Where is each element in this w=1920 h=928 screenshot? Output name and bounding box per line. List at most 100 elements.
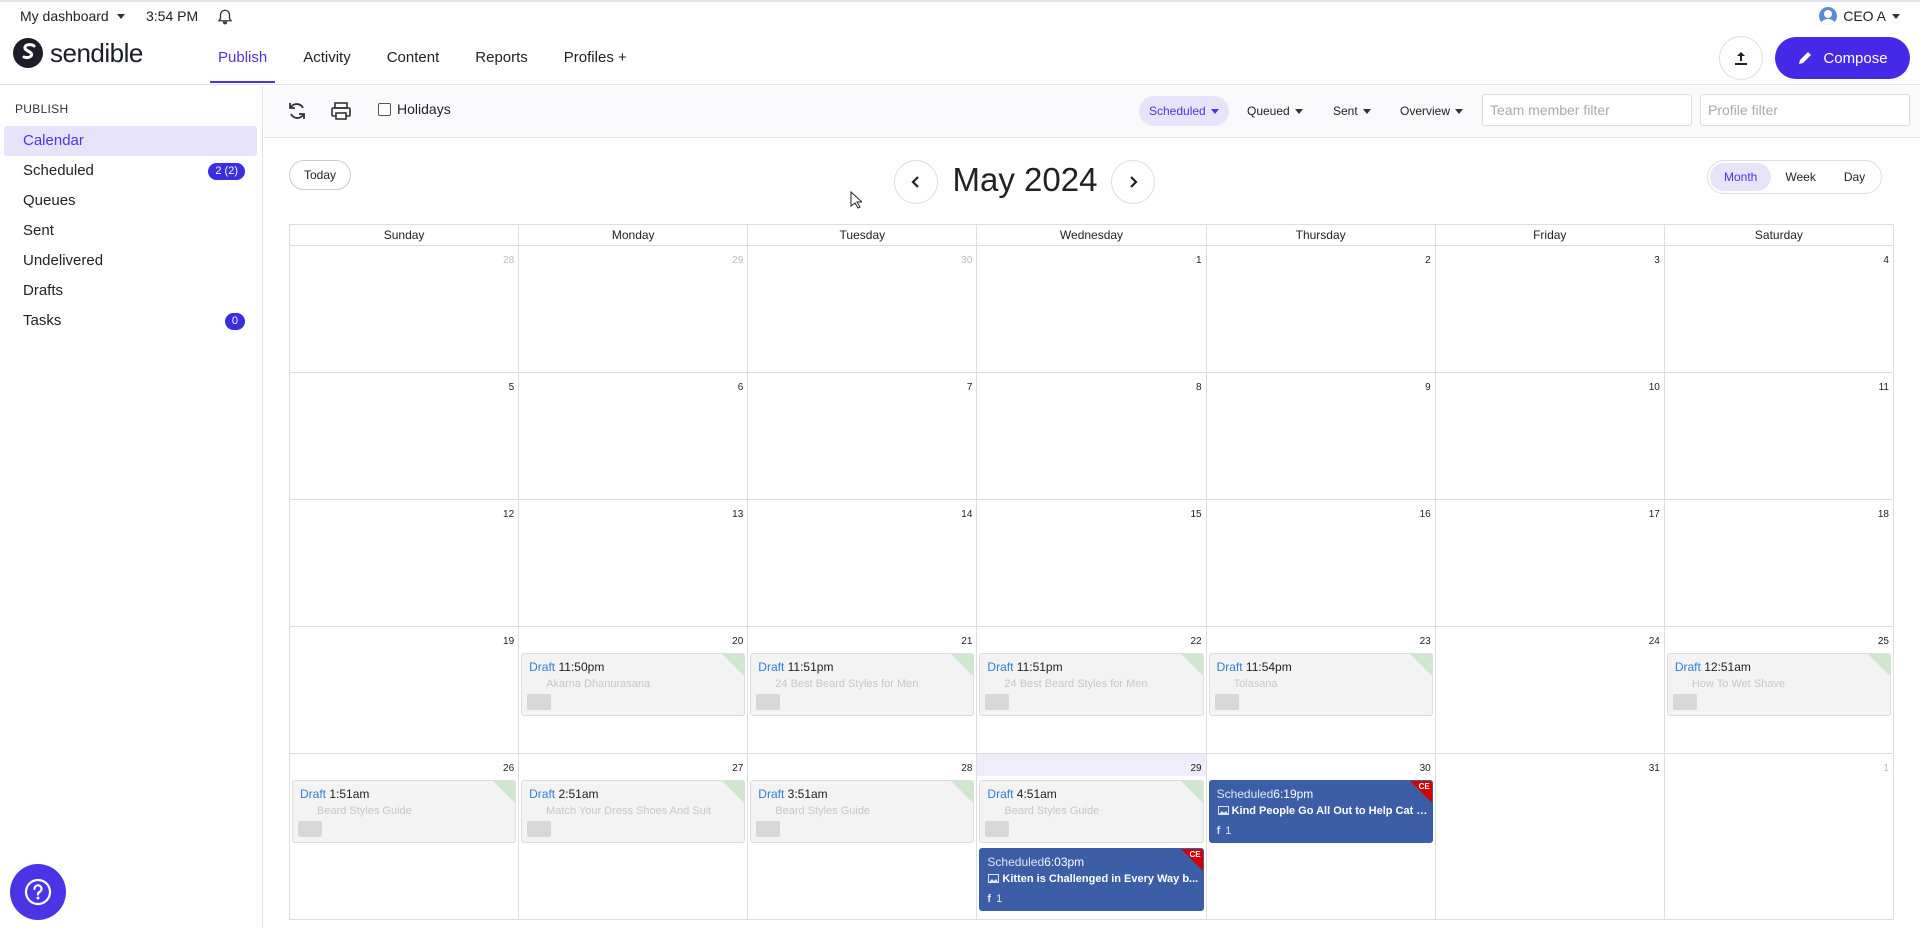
weekday-label: Wednesday — [976, 225, 1205, 245]
holidays-toggle[interactable]: Holidays — [378, 101, 451, 117]
dashboard-dropdown[interactable]: My dashboard — [20, 8, 125, 24]
calendar-day[interactable]: 9 — [1206, 373, 1436, 500]
calendar-day[interactable]: 6 — [519, 373, 749, 500]
calendar-day[interactable]: 13 — [519, 500, 749, 627]
nav-publish[interactable]: Publish — [200, 31, 285, 85]
calendar-day[interactable]: 22 Draft 11:51pm 24 Best Beard Styles fo… — [977, 627, 1207, 754]
nav-content[interactable]: Content — [369, 31, 458, 85]
calendar-day[interactable]: 15 — [977, 500, 1207, 627]
calendar-day[interactable]: 29 — [519, 246, 749, 373]
calendar-day[interactable]: 1 — [977, 246, 1207, 373]
profile-filter-input[interactable]: Profile filter — [1700, 94, 1910, 126]
calendar-day[interactable]: 18 — [1664, 500, 1894, 627]
calendar-day[interactable]: 28 Draft 3:51am Beard Styles Guide — [748, 754, 978, 920]
calendar-day[interactable]: 14 — [748, 500, 978, 627]
calendar-day[interactable]: 10 — [1435, 373, 1665, 500]
weekday-label: Saturday — [1663, 225, 1893, 245]
event-header: Draft 3:51am — [751, 781, 973, 801]
calendar-day[interactable]: 20 Draft 11:50pm Akarna Dhanurasana — [519, 627, 749, 754]
day-number: 20 — [732, 636, 744, 647]
sidebar-item-drafts[interactable]: Drafts — [4, 276, 257, 306]
sidebar-item-sent[interactable]: Sent — [4, 216, 257, 246]
view-month-button[interactable]: Month — [1710, 163, 1772, 191]
event-title: Beard Styles Guide — [1004, 805, 1100, 817]
calendar-day[interactable]: 7 — [748, 373, 978, 500]
view-week-button[interactable]: Week — [1771, 163, 1829, 191]
upload-icon — [1735, 52, 1747, 65]
sidebar-item-scheduled[interactable]: Scheduled 2 (2) — [4, 156, 257, 186]
user-name: CEO A — [1843, 8, 1886, 24]
calendar-day-today[interactable]: 29 Draft 4:51am Beard Styles Guide CE Sc… — [977, 754, 1207, 920]
event-status: Draft — [529, 787, 556, 801]
nav-profiles[interactable]: Profiles + — [546, 31, 645, 85]
day-number: 5 — [508, 382, 515, 393]
filter-scheduled[interactable]: Scheduled — [1139, 96, 1229, 126]
calendar-day[interactable]: 16 — [1206, 500, 1436, 627]
refresh-icon[interactable] — [286, 100, 308, 122]
facebook-icon — [527, 821, 552, 837]
event-header: Draft 11:54pm — [1210, 654, 1432, 674]
filter-queued[interactable]: Queued — [1237, 96, 1313, 126]
today-button[interactable]: Today — [289, 160, 351, 190]
calendar-day[interactable]: 27 Draft 2:51am Match Your Dress Shoes A… — [519, 754, 749, 920]
calendar-day[interactable]: 8 — [977, 373, 1207, 500]
calendar-day[interactable]: 21 Draft 11:51pm 24 Best Beard Styles fo… — [748, 627, 978, 754]
filter-sent[interactable]: Sent — [1323, 96, 1381, 126]
draft-post-event[interactable]: Draft 4:51am Beard Styles Guide — [979, 780, 1204, 843]
calendar-day[interactable]: 23 Draft 11:54pm Tolasana — [1206, 627, 1436, 754]
draft-post-event[interactable]: Draft 11:50pm Akarna Dhanurasana — [521, 653, 746, 716]
calendar-day[interactable]: 26 Draft 1:51am Beard Styles Guide — [290, 754, 520, 920]
print-icon[interactable] — [330, 100, 352, 122]
sidebar-item-queues[interactable]: Queues — [4, 186, 257, 216]
calendar-day[interactable]: 17 — [1435, 500, 1665, 627]
draft-post-event[interactable]: Draft 11:54pm Tolasana — [1208, 653, 1433, 716]
calendar-day[interactable]: 31 — [1435, 754, 1665, 920]
calendar-day[interactable]: 5 — [290, 373, 520, 500]
bell-icon[interactable] — [216, 8, 234, 26]
draft-post-event[interactable]: Draft 2:51am Match Your Dress Shoes And … — [521, 780, 746, 843]
calendar-day[interactable]: 25 Draft 12:51am How To Wet Shave — [1664, 627, 1894, 754]
holidays-checkbox[interactable] — [378, 102, 391, 116]
nav-reports[interactable]: Reports — [457, 31, 546, 85]
draft-post-event[interactable]: Draft 11:51pm 24 Best Beard Styles for M… — [979, 653, 1204, 716]
view-day-button[interactable]: Day — [1830, 163, 1879, 191]
calendar-day[interactable]: 4 — [1664, 246, 1894, 373]
team-member-filter-input[interactable]: Team member filter — [1482, 94, 1692, 126]
event-time: 11:54pm — [1245, 660, 1292, 674]
profile-corner-badge — [1867, 654, 1890, 676]
calendar-day[interactable]: 28 — [290, 246, 520, 373]
draft-post-event[interactable]: Draft 1:51am Beard Styles Guide — [292, 780, 517, 843]
calendar-day[interactable]: 1 — [1664, 754, 1894, 920]
draft-post-event[interactable]: Draft 11:51pm 24 Best Beard Styles for M… — [750, 653, 975, 716]
scheduled-post-event[interactable]: CE Scheduled6:03pm Kitten is Challenged … — [979, 848, 1204, 911]
upload-button[interactable] — [1719, 36, 1763, 80]
compose-button[interactable]: Compose — [1775, 37, 1910, 79]
next-month-button[interactable] — [1111, 160, 1155, 204]
nav-activity[interactable]: Activity — [285, 31, 369, 85]
sidebar-item-tasks[interactable]: Tasks 0 — [4, 306, 257, 336]
calendar-day[interactable]: 12 — [290, 500, 520, 627]
day-number: 16 — [1419, 509, 1431, 520]
brand-name: sendible — [50, 37, 143, 68]
calendar-day[interactable]: 3 — [1435, 246, 1665, 373]
scheduled-post-event[interactable]: CE Scheduled6:19pm Kind People Go All Ou… — [1208, 780, 1433, 843]
calendar-day[interactable]: 2 — [1206, 246, 1436, 373]
event-status: Draft — [1216, 660, 1243, 674]
month-title: May 2024 — [952, 161, 1098, 198]
user-menu[interactable]: CEO A — [1819, 7, 1900, 25]
calendar-day[interactable]: 19 — [290, 627, 520, 754]
logo[interactable]: sendible — [12, 37, 143, 69]
draft-post-event[interactable]: Draft 3:51am Beard Styles Guide — [750, 780, 975, 843]
help-button[interactable] — [10, 864, 66, 920]
calendar-day[interactable]: 24 — [1435, 627, 1665, 754]
calendar-day[interactable]: 11 — [1664, 373, 1894, 500]
weekday-label: Monday — [518, 225, 747, 245]
sidebar-item-calendar[interactable]: Calendar — [4, 126, 257, 156]
prev-month-button[interactable] — [894, 160, 938, 204]
chevron-down-icon — [1455, 108, 1464, 114]
calendar-day[interactable]: 30 CE Scheduled6:19pm Kind People Go All… — [1206, 754, 1436, 920]
filter-overview[interactable]: Overview — [1390, 96, 1473, 126]
sidebar-item-undelivered[interactable]: Undelivered — [4, 246, 257, 276]
draft-post-event[interactable]: Draft 12:51am How To Wet Shave — [1666, 653, 1891, 716]
calendar-day[interactable]: 30 — [748, 246, 978, 373]
